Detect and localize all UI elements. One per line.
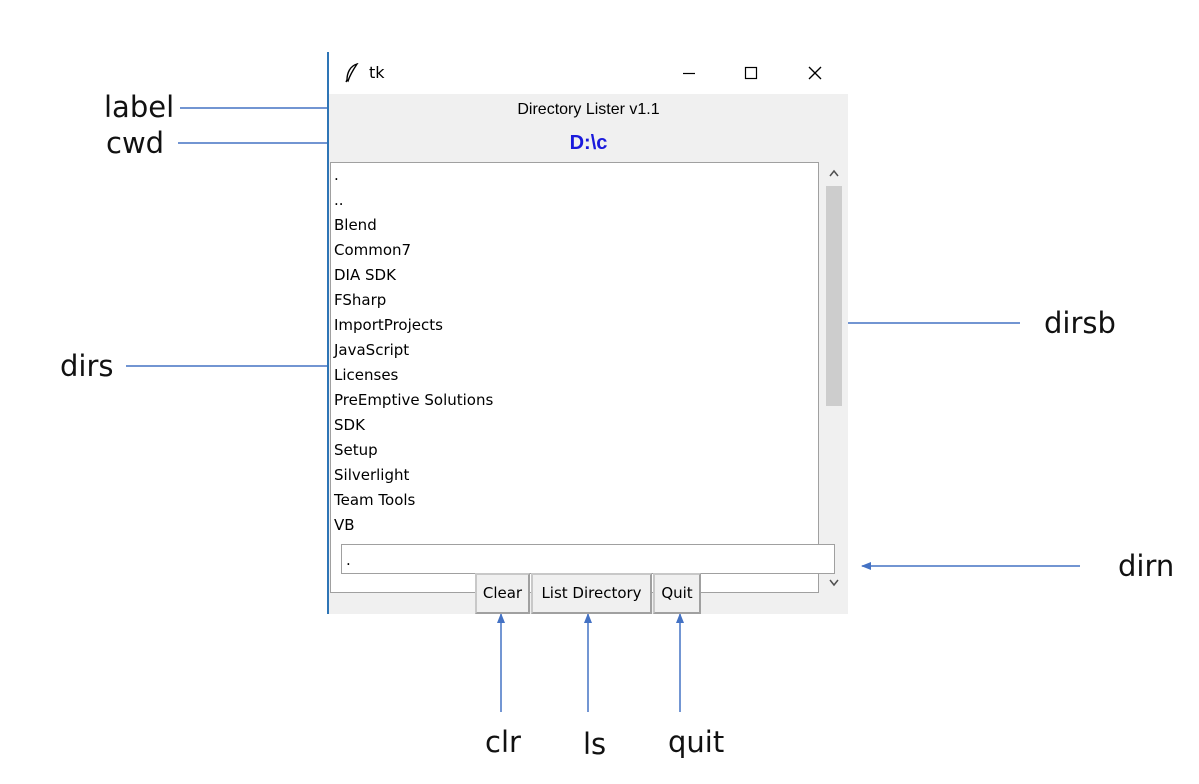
minimize-button[interactable] [659, 52, 719, 94]
listbox-scrollbar[interactable] [821, 162, 847, 593]
title-bar[interactable]: tk [329, 52, 848, 94]
quit-button[interactable]: Quit [653, 573, 701, 614]
annotation-ls: ls [583, 727, 607, 761]
annotation-quit: quit [668, 725, 725, 759]
feather-icon [345, 62, 359, 87]
cwd-label: D:\c [569, 132, 608, 154]
list-item[interactable]: Silverlight [331, 463, 818, 488]
maximize-icon [744, 66, 758, 80]
version-label: Directory Lister v1.1 [517, 101, 660, 118]
list-item[interactable]: Setup [331, 438, 818, 463]
list-item[interactable]: FSharp [331, 288, 818, 313]
directory-listbox[interactable]: ... Blend Common7 DIA SDK FSharp ImportProjec… [330, 162, 819, 593]
annotation-clr: clr [485, 725, 521, 759]
list-item[interactable]: Blend [331, 213, 818, 238]
window-title: tk [369, 63, 385, 82]
maximize-button[interactable] [721, 52, 781, 94]
list-item[interactable]: Common7 [331, 238, 818, 263]
scroll-down-button[interactable] [821, 571, 847, 593]
annotation-dirn: dirn [1118, 549, 1175, 583]
annotation-dirs: dirs [60, 349, 114, 383]
list-item[interactable]: ImportProjects [331, 313, 818, 338]
chevron-up-icon [829, 169, 839, 177]
clear-button[interactable]: Clear [475, 573, 530, 614]
list-item[interactable]: SDK [331, 413, 818, 438]
minimize-icon [683, 72, 695, 75]
list-item[interactable]: JavaScript [331, 338, 818, 363]
close-button[interactable] [785, 52, 845, 94]
list-item[interactable]: . [331, 163, 818, 188]
list-item[interactable]: Licenses [331, 363, 818, 388]
annotation-dirsb: dirsb [1044, 306, 1116, 340]
annotation-cwd: cwd [106, 126, 165, 160]
list-item[interactable]: PreEmptive Solutions [331, 388, 818, 413]
close-icon [808, 66, 822, 80]
list-item[interactable]: Team Tools [331, 488, 818, 513]
list-item[interactable]: VB [331, 513, 818, 538]
scroll-thumb[interactable] [826, 186, 842, 406]
list-item[interactable]: DIA SDK [331, 263, 818, 288]
chevron-down-icon [829, 579, 839, 587]
tk-window: tk Directory Lister v1.1 D:\c ... Blend Co… [327, 52, 848, 614]
annotation-label: label [104, 90, 175, 124]
scroll-up-button[interactable] [821, 162, 847, 184]
list-item[interactable]: .. [331, 188, 818, 213]
directory-entry[interactable]: . [341, 544, 835, 574]
list-directory-button[interactable]: List Directory [531, 573, 652, 614]
